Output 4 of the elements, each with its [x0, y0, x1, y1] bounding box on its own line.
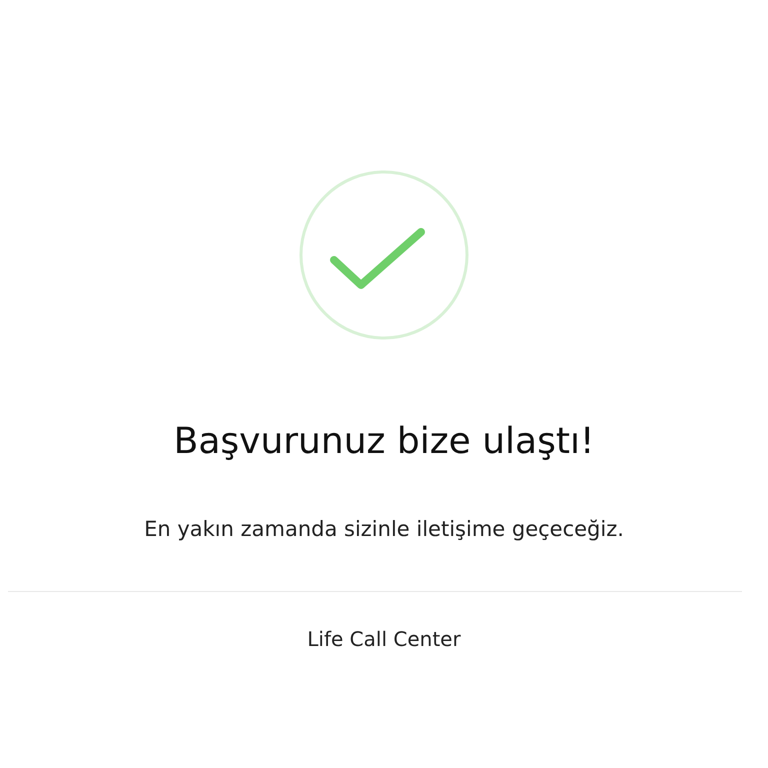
success-check-icon	[299, 170, 469, 340]
success-title: Başvurunuz bize ulaştı!	[174, 420, 594, 464]
footer-text: Life Call Center	[307, 626, 461, 653]
success-message: En yakın zamanda sizinle iletişime geçeceğiz.	[144, 516, 624, 544]
